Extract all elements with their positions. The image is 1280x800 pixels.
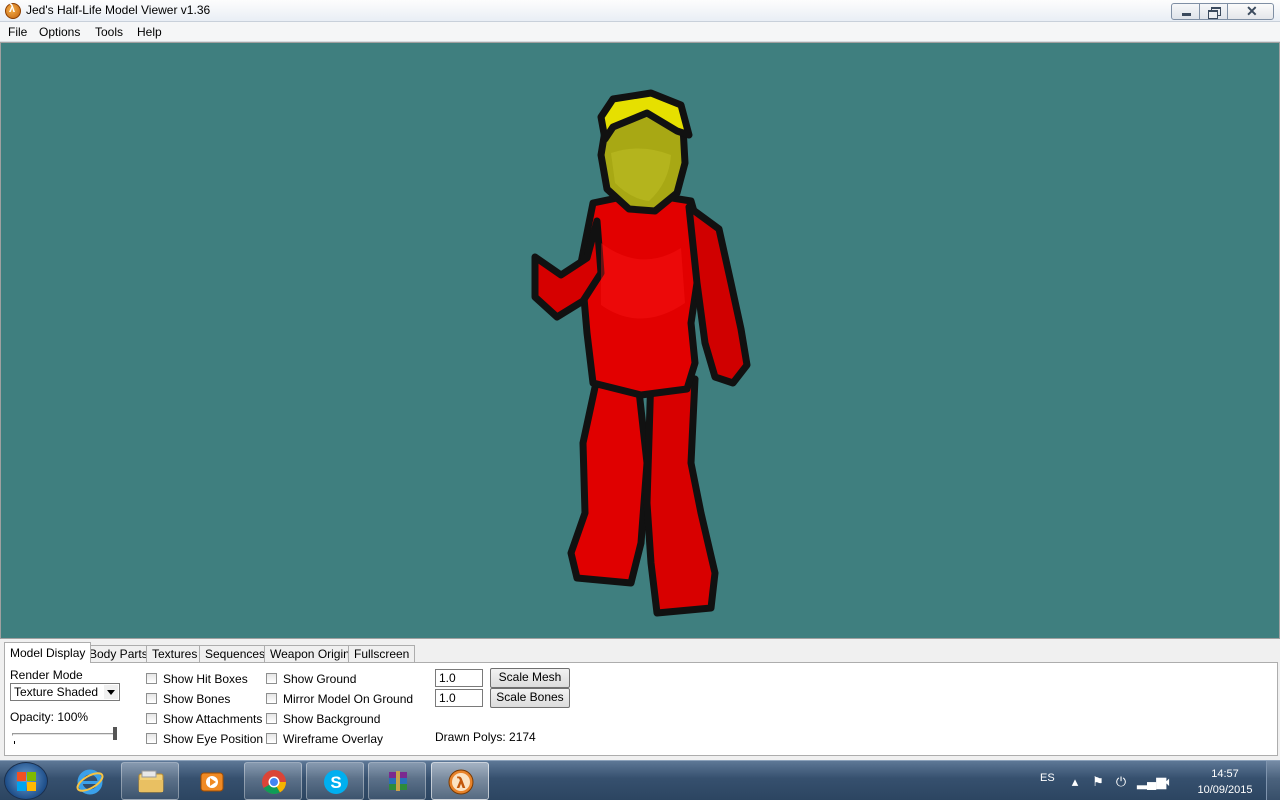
windows-logo-icon — [17, 772, 37, 792]
title-bar[interactable]: λ Jed's Half-Life Model Viewer v1.36 ✕ — [0, 0, 1280, 22]
taskbar-item-ie[interactable] — [60, 762, 118, 800]
opacity-slider-tick — [14, 741, 15, 744]
clock-time: 14:57 — [1211, 768, 1239, 780]
tab-model-display[interactable]: Model Display — [4, 642, 92, 663]
clock-date: 10/09/2015 — [1197, 784, 1253, 796]
tab-body-parts[interactable]: Body Parts — [83, 645, 154, 663]
menu-help[interactable]: Help — [137, 25, 162, 39]
menu-tools[interactable]: Tools — [95, 25, 123, 39]
scale-bones-input[interactable]: 1.0 — [435, 689, 483, 707]
power-plug-icon[interactable]: ⏻ — [1113, 774, 1129, 790]
half-life-lambda-icon[interactable]: λ — [5, 3, 21, 19]
character-model — [531, 89, 751, 617]
menu-file[interactable]: File — [8, 25, 27, 39]
control-panel: Model Display Body Parts Textures Sequen… — [0, 639, 1280, 760]
checkbox-label: Show Eye Position — [163, 732, 264, 746]
checkbox-label: Show Attachments — [163, 712, 263, 726]
drawn-polys-label: Drawn Polys: 2174 — [435, 730, 536, 744]
checkbox-box[interactable] — [266, 693, 277, 704]
checkbox-label: Show Ground — [283, 672, 357, 686]
opacity-slider[interactable] — [10, 727, 120, 747]
taskbar-item-explorer[interactable] — [121, 762, 179, 800]
checkbox-box[interactable] — [146, 713, 157, 724]
close-icon: ✕ — [1246, 3, 1258, 19]
taskbar-item-skype[interactable]: S — [306, 762, 364, 800]
checkbox-label: Show Background — [283, 712, 381, 726]
chevron-down-icon[interactable] — [104, 685, 118, 699]
taskbar: S λ ES ▴ ⚑ ⏻ ▂▄▆ 🔈︎ 14:57 10/09/2015 — [0, 760, 1280, 800]
scale-bones-button[interactable]: Scale Bones — [490, 688, 570, 708]
start-button[interactable] — [4, 762, 48, 800]
menu-bar: File Options Tools Help — [0, 22, 1280, 42]
skype-icon: S — [324, 770, 348, 794]
checkbox-box[interactable] — [266, 673, 277, 684]
opacity-slider-track — [12, 733, 116, 736]
taskbar-item-hlmv[interactable]: λ — [431, 762, 489, 800]
opacity-label: Opacity: 100% — [10, 710, 89, 724]
render-mode-select[interactable]: Texture Shaded — [10, 683, 120, 701]
model-viewport[interactable] — [0, 42, 1280, 639]
taskbar-item-media[interactable] — [182, 762, 240, 800]
chrome-icon — [262, 770, 286, 795]
volume-icon[interactable]: 🔈︎ — [1161, 774, 1177, 790]
taskbar-item-chrome[interactable] — [244, 762, 302, 800]
media-player-icon — [200, 772, 224, 792]
checkbox-box[interactable] — [266, 733, 277, 744]
checkbox-label: Wireframe Overlay — [283, 732, 384, 746]
internet-explorer-icon — [76, 769, 104, 795]
half-life-model-viewer-icon: λ — [448, 769, 474, 795]
action-center-flag-icon[interactable]: ⚑ — [1090, 774, 1106, 790]
render-mode-value: Texture Shaded — [14, 685, 99, 699]
checkbox-label: Show Hit Boxes — [163, 672, 248, 686]
tab-sequences[interactable]: Sequences — [199, 645, 272, 663]
taskbar-item-winrar[interactable] — [368, 762, 426, 800]
app-window: λ Jed's Half-Life Model Viewer v1.36 ✕ F… — [0, 0, 1280, 760]
checkbox-box[interactable] — [266, 713, 277, 724]
language-indicator[interactable]: ES — [1040, 772, 1055, 784]
winrar-icon — [389, 771, 407, 791]
scale-mesh-input[interactable]: 1.0 — [435, 669, 483, 687]
checkbox-box[interactable] — [146, 693, 157, 704]
tab-fullscreen[interactable]: Fullscreen — [348, 645, 416, 663]
checkbox-box[interactable] — [146, 733, 157, 744]
network-signal-icon[interactable]: ▂▄▆ — [1137, 774, 1166, 790]
tab-textures[interactable]: Textures — [146, 645, 204, 663]
show-desktop-button[interactable] — [1266, 761, 1280, 800]
minimize-button[interactable] — [1171, 3, 1200, 20]
checkbox-label: Mirror Model On Ground — [283, 692, 414, 706]
window-title: Jed's Half-Life Model Viewer v1.36 — [26, 3, 211, 17]
tab-weapon-origin[interactable]: Weapon Origin — [264, 645, 356, 663]
scale-mesh-button[interactable]: Scale Mesh — [490, 668, 570, 688]
close-button[interactable]: ✕ — [1227, 3, 1274, 20]
svg-text:λ: λ — [456, 774, 466, 792]
opacity-slider-thumb[interactable] — [113, 727, 117, 740]
menu-options[interactable]: Options — [39, 25, 80, 39]
model-display-page: Render Mode Texture Shaded Opacity: 100%… — [4, 662, 1278, 756]
checkbox-box[interactable] — [146, 673, 157, 684]
windows-explorer-icon — [138, 770, 164, 793]
checkbox-label: Show Bones — [163, 692, 231, 706]
svg-text:S: S — [330, 773, 341, 792]
restore-button[interactable] — [1199, 3, 1228, 20]
render-mode-label: Render Mode — [10, 668, 83, 682]
system-clock[interactable]: 14:57 10/09/2015 — [1190, 766, 1260, 798]
show-hidden-icons-icon[interactable]: ▴ — [1067, 774, 1083, 790]
